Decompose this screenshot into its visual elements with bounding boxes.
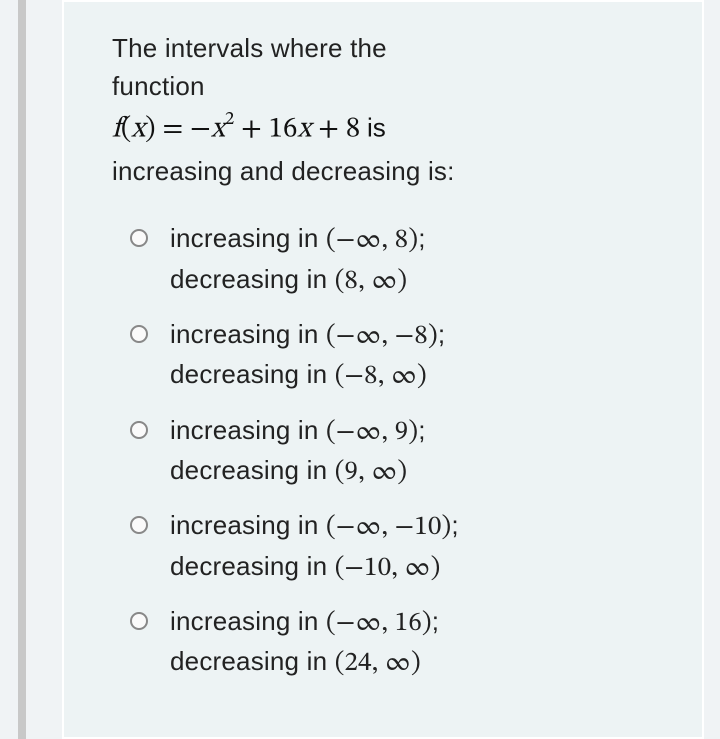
opt-label: decreasing in (170, 359, 335, 389)
math-close: ) (145, 115, 155, 144)
opt-label: decreasing in (170, 646, 335, 676)
math-const: + 8 (311, 115, 367, 144)
question-card-wrapper: The intervals where the function f(x) = … (62, 0, 704, 739)
opt-label: increasing in (170, 223, 326, 253)
opt-interval: (−10, ∞) (335, 555, 441, 582)
opt-label: increasing in (170, 510, 326, 540)
opt-label: decreasing in (170, 455, 335, 485)
opt-label: increasing in (170, 319, 326, 349)
opt-semi: ; (418, 415, 425, 445)
radio-icon[interactable] (130, 325, 148, 343)
option-3[interactable]: increasing in (−∞, 9); decreasing in (9,… (130, 412, 662, 493)
opt-interval: (−∞, 16) (326, 610, 432, 637)
math-x2: x (297, 115, 311, 144)
math-x: x (211, 115, 225, 144)
math-var: x (131, 115, 145, 144)
option-5[interactable]: increasing in (−∞, 16); decreasing in (2… (130, 603, 662, 684)
option-4[interactable]: increasing in (−∞, −10); decreasing in (… (130, 507, 662, 588)
opt-label: decreasing in (170, 551, 335, 581)
opt-interval: (−8, ∞) (335, 363, 427, 390)
opt-interval: (−∞, −10) (326, 514, 451, 541)
question-math: f(x) = −x2 + 16x + 8 is (112, 109, 662, 150)
opt-semi: ; (418, 223, 425, 253)
radio-icon[interactable] (130, 229, 148, 247)
opt-semi: ; (432, 606, 439, 636)
opt-interval: (8, ∞) (335, 268, 408, 295)
question-stem-line3: increasing and decreasing is: (112, 153, 662, 191)
radio-icon[interactable] (130, 421, 148, 439)
scroll-indicator (18, 0, 26, 739)
opt-interval: (−∞, −8) (326, 323, 438, 350)
math-open: ( (121, 115, 131, 144)
opt-label: increasing in (170, 415, 326, 445)
radio-icon[interactable] (130, 516, 148, 534)
option-1-text: increasing in (−∞, 8); decreasing in (8,… (170, 220, 426, 301)
question-stem-line1: The intervals where the (112, 30, 662, 68)
opt-interval: (−∞, 9) (326, 419, 418, 446)
option-5-text: increasing in (−∞, 16); decreasing in (2… (170, 603, 439, 684)
options-group: increasing in (−∞, 8); decreasing in (8,… (112, 220, 662, 683)
option-2-text: increasing in (−∞, −8); decreasing in (−… (170, 316, 445, 397)
math-sup: 2 (225, 111, 234, 129)
math-neg: − (190, 115, 211, 144)
option-4-text: increasing in (−∞, −10); decreasing in (… (170, 507, 459, 588)
opt-semi: ; (451, 510, 458, 540)
option-2[interactable]: increasing in (−∞, −8); decreasing in (−… (130, 316, 662, 397)
opt-label: increasing in (170, 606, 326, 636)
math-tail-is: is (367, 113, 386, 143)
option-1[interactable]: increasing in (−∞, 8); decreasing in (8,… (130, 220, 662, 301)
opt-semi: ; (438, 319, 445, 349)
opt-interval: (−∞, 8) (326, 227, 418, 254)
radio-icon[interactable] (130, 612, 148, 630)
math-rest: + 16 (234, 115, 297, 144)
math-eq: = (156, 115, 191, 144)
math-fx: f (112, 115, 121, 144)
opt-interval: (24, ∞) (335, 650, 421, 677)
opt-interval: (9, ∞) (335, 459, 408, 486)
option-3-text: increasing in (−∞, 9); decreasing in (9,… (170, 412, 426, 493)
question-card: The intervals where the function f(x) = … (64, 2, 702, 737)
opt-label: decreasing in (170, 264, 335, 294)
question-stem-line2: function (112, 68, 662, 106)
